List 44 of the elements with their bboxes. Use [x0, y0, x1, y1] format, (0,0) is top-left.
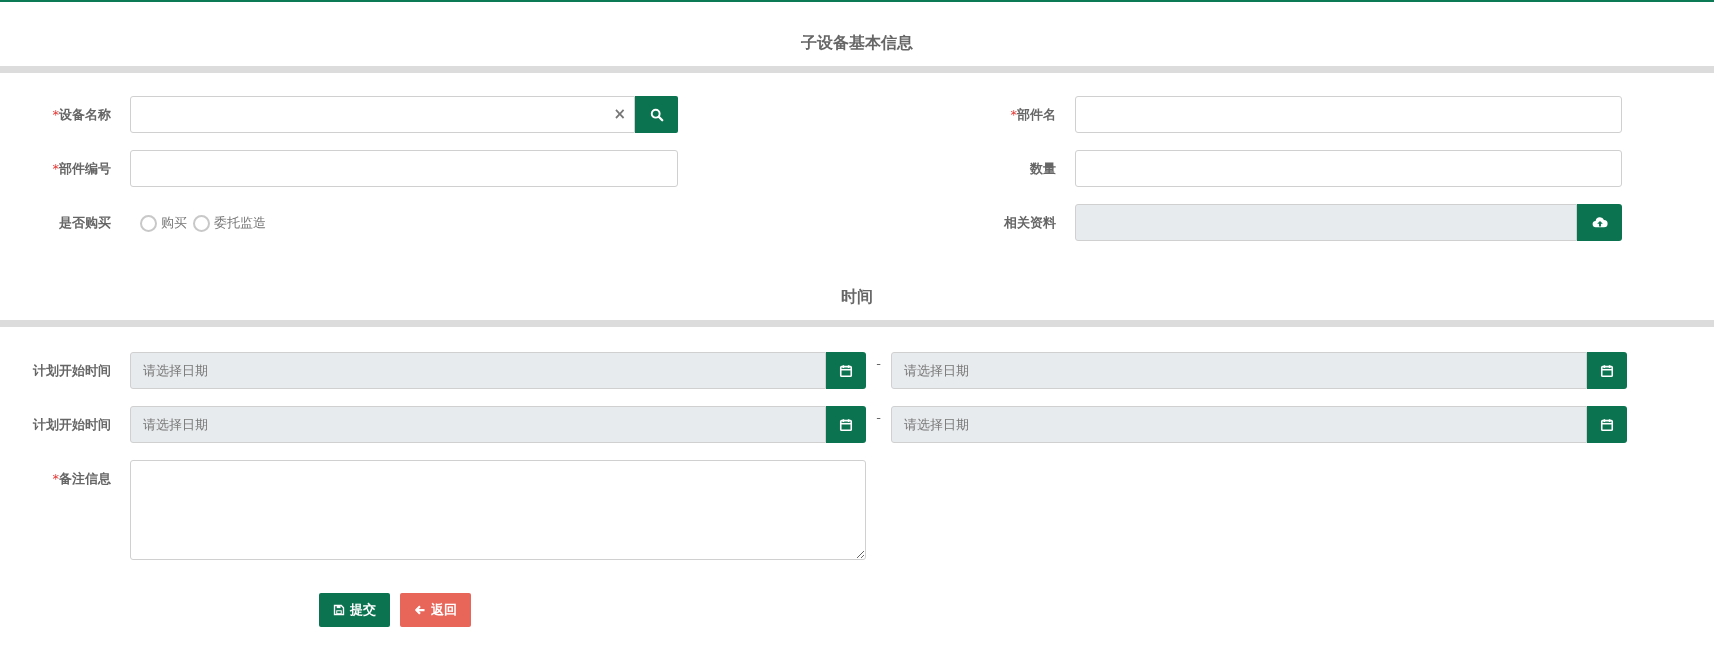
field-label: 数量: [1029, 160, 1057, 178]
calendar-button[interactable]: [1587, 352, 1627, 389]
field-label: *备注信息: [51, 470, 112, 488]
field-label: 计划开始时间: [32, 362, 112, 380]
radio-button[interactable]: [193, 214, 210, 232]
field-label: 计划开始时间: [32, 416, 112, 434]
calendar-icon: [1600, 417, 1614, 432]
field-label: 是否购买: [58, 214, 112, 232]
upload-button[interactable]: [1577, 204, 1622, 241]
field-label: *设备名称: [51, 106, 112, 124]
date-field[interactable]: 请选择日期: [130, 352, 826, 389]
radio-label[interactable]: 购买: [161, 213, 187, 233]
field-label: *部件编号: [51, 160, 112, 178]
radio-button[interactable]: [140, 214, 157, 232]
text-input[interactable]: [1075, 96, 1622, 133]
cloud-upload-icon: [1591, 216, 1608, 229]
calendar-icon: [839, 417, 853, 432]
text-input[interactable]: [1075, 150, 1622, 187]
remarks-textarea[interactable]: [130, 460, 866, 560]
back-button[interactable]: 返回: [400, 593, 471, 627]
clear-button[interactable]: ×: [613, 103, 634, 126]
search-field[interactable]: ×: [130, 96, 635, 133]
calendar-icon: [839, 363, 853, 378]
range-separator: -: [875, 355, 882, 373]
calendar-button[interactable]: [826, 352, 866, 389]
calendar-icon: [1600, 363, 1614, 378]
section-title: 时间: [840, 286, 874, 308]
date-field[interactable]: 请选择日期: [891, 406, 1587, 443]
radio-label[interactable]: 委托监造: [214, 213, 266, 233]
save-icon: [333, 604, 345, 616]
left-arrow-icon: [414, 604, 426, 616]
field-label: 相关资料: [1003, 214, 1057, 232]
calendar-button[interactable]: [826, 406, 866, 443]
file-field[interactable]: [1075, 204, 1577, 241]
submit-button[interactable]: 提交: [319, 593, 390, 627]
section-title: 子设备基本信息: [800, 32, 914, 54]
search-button[interactable]: [635, 96, 678, 133]
calendar-button[interactable]: [1587, 406, 1627, 443]
date-field[interactable]: 请选择日期: [891, 352, 1587, 389]
text-input[interactable]: [130, 150, 678, 187]
field-label: *部件名: [1009, 106, 1057, 124]
range-separator: -: [875, 409, 882, 427]
date-field[interactable]: 请选择日期: [130, 406, 826, 443]
search-icon: [649, 107, 664, 122]
